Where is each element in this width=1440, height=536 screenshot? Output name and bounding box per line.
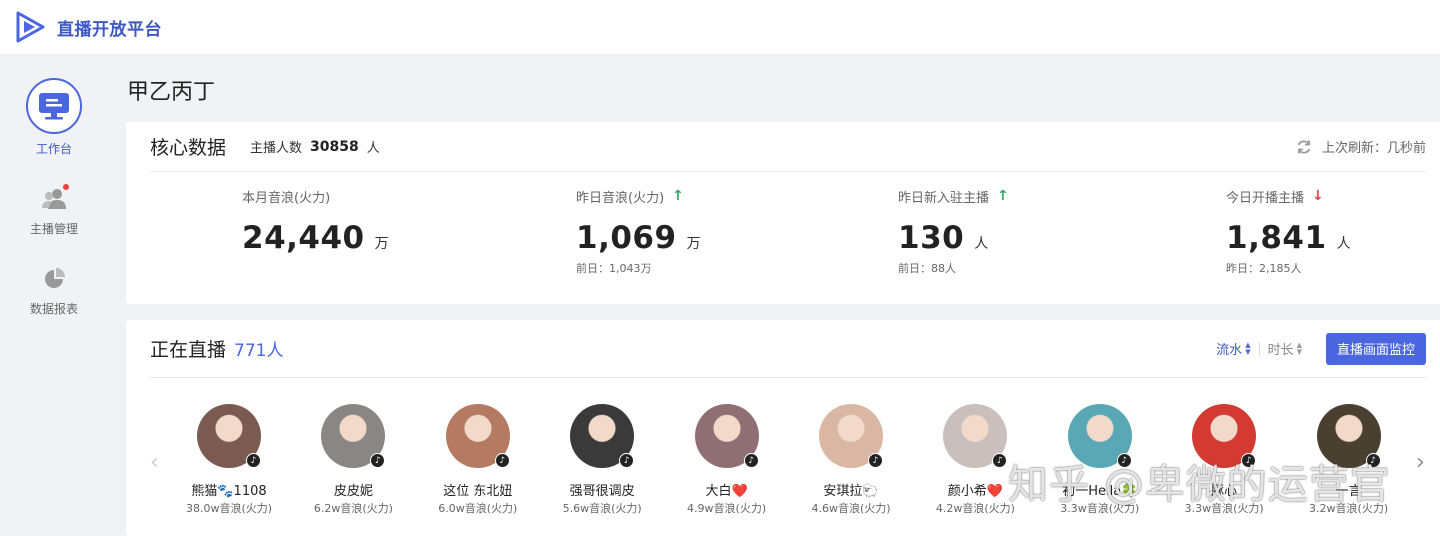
live-title: 正在直播 <box>150 339 227 361</box>
streamer-revenue: 5.6w音浪(火力) <box>562 502 642 515</box>
sort-label: 流水 <box>1216 343 1243 358</box>
streamer-name: 这位 东北妞 <box>443 484 513 499</box>
pie-chart-icon <box>39 264 69 294</box>
stat-label: 今日开播主播 <box>1226 190 1305 206</box>
stat-label: 昨日音浪(火力) <box>576 190 665 206</box>
tiktok-icon: ♪ <box>246 453 261 468</box>
core-data-title: 核心数据 <box>150 137 227 159</box>
sidebar-item-reports[interactable]: 数据报表 <box>0 264 108 317</box>
tiktok-icon: ♪ <box>868 453 883 468</box>
stat-unit: 万 <box>686 236 701 252</box>
stat-previous: 前日：1,043万 <box>576 262 652 275</box>
core-data-card: 核心数据 主播人数 30858 人 上次刷新：几秒前 本月音浪(火力) 24,4… <box>126 122 1440 304</box>
sidebar-item-label: 工作台 <box>35 142 72 156</box>
sidebar: 工作台 主播管理 数据报表 <box>0 56 108 536</box>
streamer-item[interactable]: ♪ 这位 东北妞 6.0w音浪(火力) <box>416 404 540 516</box>
avatar[interactable]: ♪ <box>943 404 1008 468</box>
sort-label: 时长 <box>1267 343 1294 358</box>
avatar[interactable]: ♪ <box>819 404 883 468</box>
sort-divider <box>1258 341 1260 356</box>
live-header: 正在直播 771人 流水 ▲ ▼ 时长 ▲ ▼ 直播画面监控 <box>150 320 1426 378</box>
streamer-name: 颜小希❤️ <box>947 484 1003 499</box>
avatar[interactable]: ♪ <box>445 404 510 468</box>
sort-by-duration[interactable]: 时长 ▲ ▼ <box>1268 339 1302 358</box>
stat-unit: 人 <box>974 236 989 252</box>
streamer-name: 大白❤️ <box>705 484 748 499</box>
anchor-count-label: 主播人数 <box>250 141 303 156</box>
avatar[interactable]: ♪ <box>694 404 759 468</box>
top-bar: 直播开放平台 <box>0 0 1440 55</box>
stat-yesterday-revenue: 昨日音浪(火力) ↑ 1,069 万 前日：1,043万 <box>576 182 701 276</box>
brand-name: 直播开放平台 <box>57 19 162 40</box>
avatar[interactable]: ♪ <box>321 404 386 468</box>
streamer-name: 强哥很调皮 <box>569 484 635 499</box>
tiktok-icon: ♪ <box>494 453 510 468</box>
sort-arrows-icon: ▲ ▼ <box>1296 340 1302 356</box>
stat-previous: 昨日：2,185人 <box>1226 262 1302 275</box>
stat-label: 昨日新入驻主播 <box>898 190 990 206</box>
stat-previous: 前日：88人 <box>898 262 956 275</box>
stat-value: 24,440 <box>242 220 365 256</box>
stat-value: 1,841 <box>1226 220 1327 256</box>
stat-unit: 人 <box>1336 236 1351 252</box>
stats-row: 本月音浪(火力) 24,440 万 昨日音浪(火力) ↑ 1,069 万 前日：… <box>126 182 1440 292</box>
stat-live-today: 今日开播主播 ↓ 1,841 人 昨日：2,185人 <box>1226 182 1351 276</box>
stat-new-anchors: 昨日新入驻主播 ↑ 130 人 前日：88人 <box>898 182 1009 276</box>
avatar[interactable]: ♪ <box>570 404 635 468</box>
streamer-item[interactable]: ♪ 熊猫🐾1108 38.0w音浪(火力) <box>167 404 291 516</box>
stat-label: 本月音浪(火力) <box>242 190 331 206</box>
sort-by-flow[interactable]: 流水 ▲ ▼ <box>1216 339 1250 358</box>
sidebar-item-anchor-management[interactable]: 主播管理 <box>0 184 108 237</box>
sidebar-item-workbench[interactable]: 工作台 <box>0 78 108 157</box>
trend-down-icon: ↓ <box>1312 188 1324 204</box>
streamer-item[interactable]: ♪ 安琪拉🐑 4.6w音浪(火力) <box>789 404 913 516</box>
live-monitor-button[interactable]: 直播画面监控 <box>1325 332 1426 365</box>
refresh-icon[interactable] <box>1296 139 1312 155</box>
anchor-count-value: 30858 <box>310 138 359 155</box>
streamer-revenue: 4.9w音浪(火力) <box>687 502 767 515</box>
streamer-revenue: 6.2w音浪(火力) <box>313 502 393 515</box>
sort-arrows-icon: ▲ ▼ <box>1245 340 1251 356</box>
users-icon <box>39 184 69 214</box>
refresh-control[interactable]: 上次刷新：几秒前 <box>1296 137 1426 156</box>
tiktok-icon: ♪ <box>370 453 386 468</box>
notification-dot <box>63 184 69 190</box>
stat-unit: 万 <box>374 236 389 252</box>
streamer-revenue: 38.0w音浪(火力) <box>185 502 273 515</box>
streamer-name: 安琪拉🐑 <box>823 484 879 499</box>
sidebar-item-label: 数据报表 <box>29 302 78 316</box>
streamer-revenue: 6.0w音浪(火力) <box>438 502 518 515</box>
streamer-revenue: 4.6w音浪(火力) <box>811 502 891 515</box>
tiktok-icon: ♪ <box>743 453 759 468</box>
streamer-revenue: 4.2w音浪(火力) <box>935 502 1015 515</box>
streamer-item[interactable]: ♪ 大白❤️ 4.9w音浪(火力) <box>665 404 789 516</box>
core-data-header: 核心数据 主播人数 30858 人 上次刷新：几秒前 <box>150 122 1426 172</box>
anchor-count-unit: 人 <box>366 141 380 156</box>
sort-group: 流水 ▲ ▼ 时长 ▲ ▼ <box>1216 339 1302 358</box>
streamer-name: 熊猫🐾1108 <box>191 484 267 499</box>
watermark: 知乎 @卑微的运营官 <box>1008 462 1391 508</box>
stat-value: 130 <box>898 220 965 256</box>
play-logo-icon <box>16 11 45 43</box>
sidebar-item-label: 主播管理 <box>29 222 78 236</box>
stat-value: 1,069 <box>576 220 677 256</box>
stat-monthly-revenue: 本月音浪(火力) 24,440 万 <box>242 182 389 257</box>
live-count: 771人 <box>234 341 284 361</box>
page-title: 甲乙丙丁 <box>127 80 216 105</box>
tiktok-icon: ♪ <box>992 453 1008 468</box>
streamer-item[interactable]: ♪ 强哥很调皮 5.6w音浪(火力) <box>540 404 664 516</box>
monitor-icon <box>26 78 82 134</box>
trend-up-icon: ↑ <box>997 188 1009 204</box>
tiktok-icon: ♪ <box>619 453 635 468</box>
trend-up-icon: ↑ <box>672 188 684 204</box>
avatar[interactable]: ♪ <box>197 404 261 468</box>
refresh-status: 上次刷新：几秒前 <box>1321 141 1426 156</box>
streamer-item[interactable]: ♪ 皮皮妮 6.2w音浪(火力) <box>291 404 415 516</box>
streamer-name: 皮皮妮 <box>333 484 373 499</box>
